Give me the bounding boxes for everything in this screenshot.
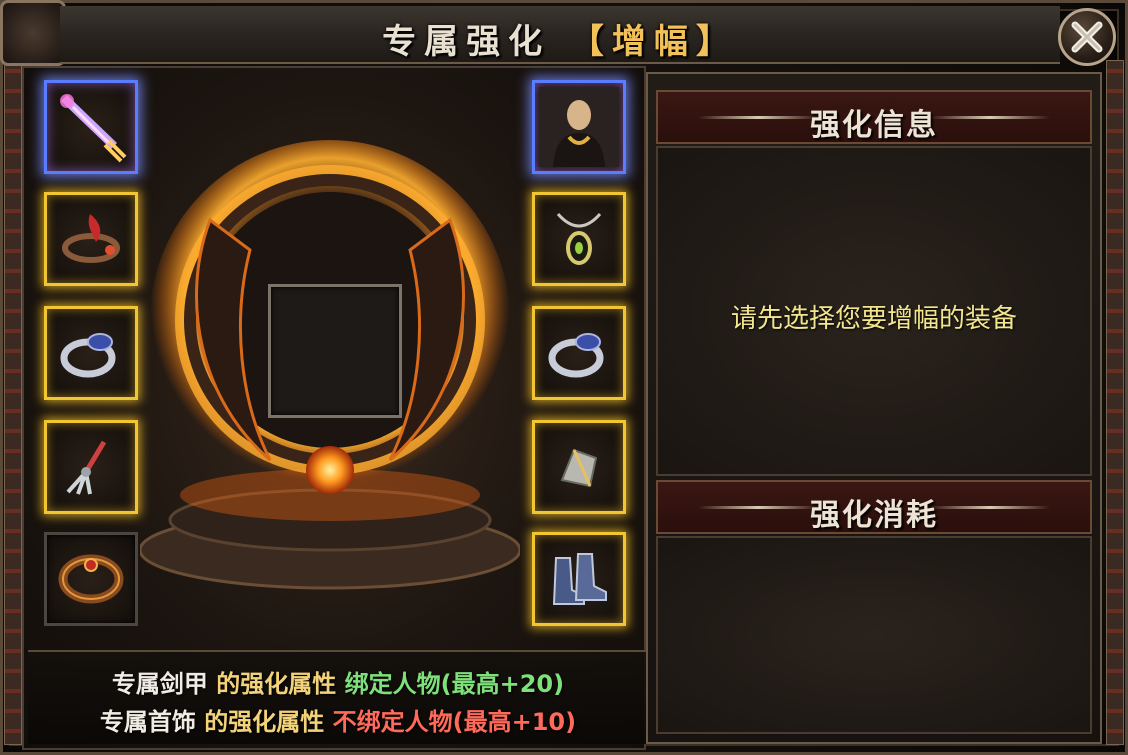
- cost-section-title: 强化消耗: [810, 498, 938, 533]
- sword-icon: [60, 94, 127, 163]
- title-main: 专属强化: [382, 22, 551, 62]
- rule-jewelry-binding: 不绑定人物(最高+10): [332, 708, 577, 736]
- title-bracket-open: 【: [569, 22, 612, 62]
- slot-portrait[interactable]: [532, 80, 626, 174]
- rule-line-armor: 专属剑甲 的强化属性 绑定人物(最高+20): [28, 664, 648, 699]
- target-equipment-slot[interactable]: [268, 284, 402, 418]
- cost-section-body: [656, 536, 1092, 734]
- header-decoration: [930, 506, 1050, 509]
- helmet-icon: [560, 448, 598, 488]
- info-section-body: 请先选择您要增幅的装备: [656, 146, 1092, 476]
- slot-bracelet[interactable]: [44, 192, 138, 286]
- corner-ornament: [0, 0, 66, 66]
- necklace-icon: [556, 212, 602, 265]
- slot-necklace[interactable]: [532, 192, 626, 286]
- rule-jewelry-desc: 的强化属性: [204, 708, 325, 736]
- slot-weapon[interactable]: [44, 80, 138, 174]
- slot-belt[interactable]: [44, 532, 138, 626]
- ring-icon: [548, 333, 604, 378]
- select-equipment-prompt: 请先选择您要增幅的装备: [730, 304, 1017, 334]
- rule-jewelry-subject: 专属首饰: [99, 708, 196, 736]
- window-title: 专属强化 【增幅】: [60, 14, 1060, 63]
- close-x-icon: [1071, 21, 1103, 53]
- header-decoration: [930, 116, 1050, 119]
- info-section-title: 强化信息: [810, 108, 938, 143]
- slot-boots[interactable]: [532, 532, 626, 626]
- claw-weapon-icon: [66, 440, 107, 495]
- right-border-ornament: [1106, 60, 1124, 745]
- info-section-header: 强化信息: [656, 90, 1092, 144]
- title-highlight: 增幅: [611, 22, 696, 62]
- slot-helmet[interactable]: [532, 420, 626, 514]
- slot-claw[interactable]: [44, 420, 138, 514]
- character-portrait-icon: [539, 87, 619, 167]
- rule-armor-subject: 专属剑甲: [111, 670, 208, 698]
- rule-line-jewelry: 专属首饰 的强化属性 不绑定人物(最高+10): [28, 702, 648, 737]
- info-panel: 强化信息 请先选择您要增幅的装备 强化消耗: [646, 72, 1102, 744]
- cost-section-header: 强化消耗: [656, 480, 1092, 534]
- rule-armor-desc: 的强化属性: [216, 670, 337, 698]
- close-button[interactable]: [1058, 8, 1116, 66]
- title-bar: 专属强化 【增幅】: [60, 6, 1060, 64]
- rule-armor-binding: 绑定人物(最高+20): [344, 670, 565, 698]
- boots-icon: [552, 553, 607, 605]
- slot-ring-left[interactable]: [44, 306, 138, 400]
- title-bracket-close: 】: [695, 22, 738, 62]
- enhancement-rules: 专属剑甲 的强化属性 绑定人物(最高+20) 专属首饰 的强化属性 不绑定人物(…: [28, 650, 648, 744]
- ring-icon: [60, 333, 116, 378]
- slot-ring-right[interactable]: [532, 306, 626, 400]
- belt-icon: [58, 554, 124, 604]
- left-border-ornament: [4, 60, 22, 745]
- bracelet-icon: [62, 214, 120, 263]
